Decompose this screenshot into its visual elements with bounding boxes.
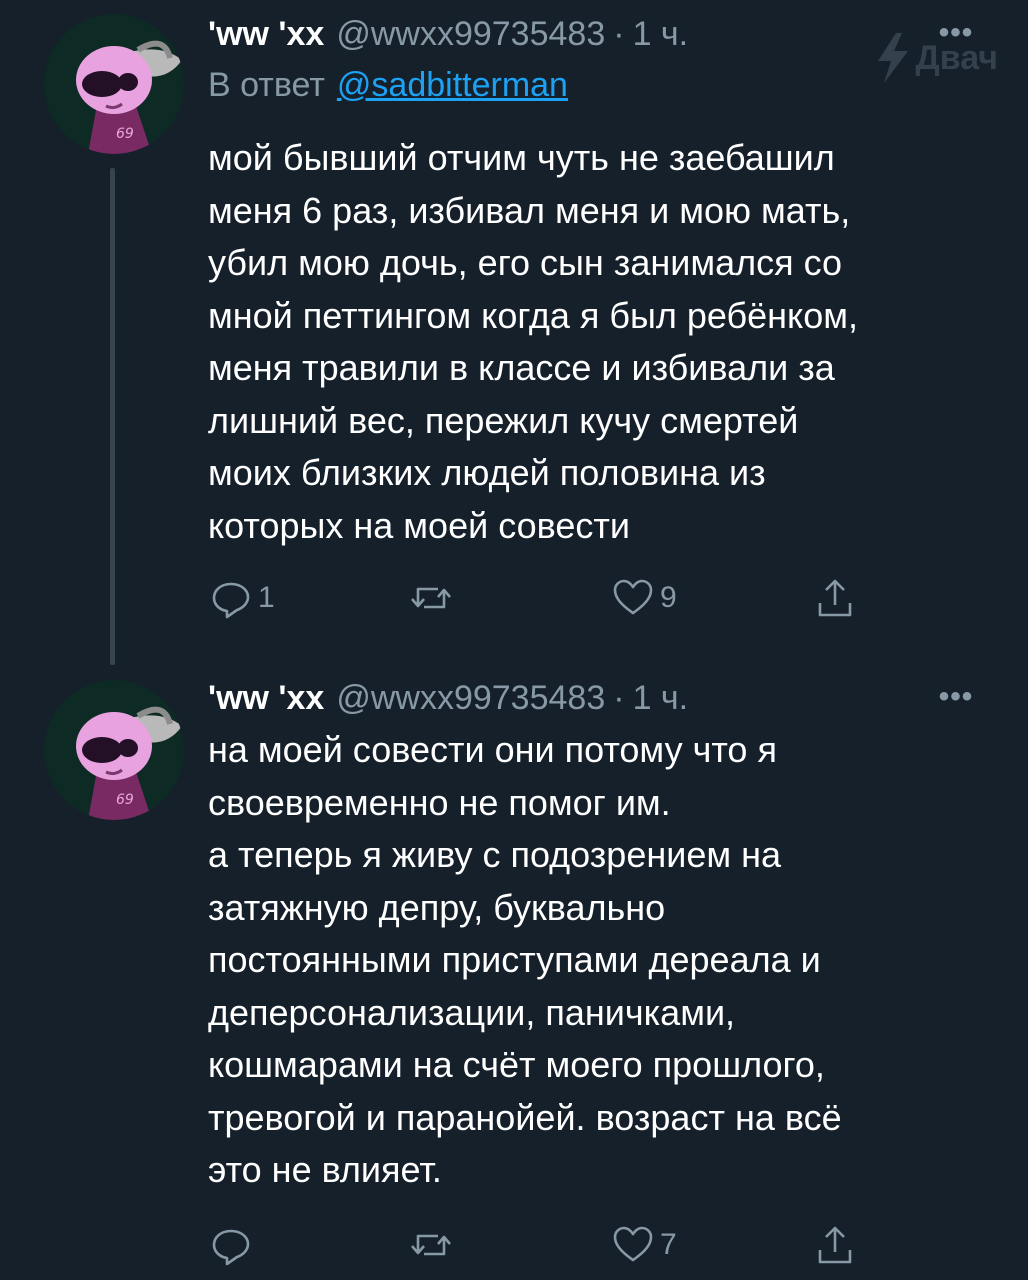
tweet-actions: 7 [200, 1220, 880, 1270]
avatar-image: 69 [44, 680, 184, 820]
reply-icon [212, 1229, 250, 1266]
avatar-image: 69 [44, 14, 184, 154]
tweet-text: мой бывший отчим чуть не заебашил меня 6… [208, 137, 858, 546]
like-count: 7 [660, 1228, 677, 1261]
watermark-text: Двач [915, 38, 998, 77]
retweet-button[interactable] [408, 1220, 458, 1270]
tweet-header: 'ww 'xx @wwxx99735483 · 1 ч. [208, 678, 968, 718]
heart-icon [613, 1226, 653, 1262]
share-icon [818, 579, 852, 617]
thread-line [110, 168, 115, 665]
avatar[interactable]: 69 [44, 680, 184, 820]
reply-icon [212, 582, 250, 619]
heart-icon [613, 579, 653, 615]
timestamp[interactable]: 1 ч. [633, 15, 689, 54]
display-name[interactable]: 'ww 'xx [208, 15, 324, 54]
svg-text:69: 69 [116, 792, 134, 808]
more-horizontal-icon: ••• [938, 680, 974, 713]
share-button[interactable] [812, 1220, 858, 1270]
watermark: Двач [876, 30, 998, 86]
reply-button[interactable] [208, 1220, 258, 1270]
user-handle[interactable]: @wwxx99735483 [336, 679, 605, 718]
share-icon [818, 1226, 852, 1264]
avatar[interactable]: 69 [44, 14, 184, 154]
retweet-button[interactable] [408, 573, 458, 623]
tweet-actions: 1 9 [200, 573, 880, 623]
svg-text:69: 69 [116, 126, 134, 142]
reply-count: 1 [258, 581, 275, 614]
tweet[interactable]: 69 'ww 'xx @wwxx99735483 · 1 ч. ••• Двач… [0, 0, 1028, 665]
tweet-header: 'ww 'xx @wwxx99735483 · 1 ч. [208, 14, 968, 54]
more-options-button[interactable]: ••• [932, 680, 980, 713]
retweet-icon [411, 587, 451, 609]
timestamp[interactable]: 1 ч. [633, 679, 689, 718]
tweet[interactable]: 69 'ww 'xx @wwxx99735483 · 1 ч. ••• на м… [0, 660, 1028, 1280]
reply-context: В ответ @sadbitterman [208, 66, 568, 105]
like-button[interactable]: 9 [610, 573, 677, 623]
retweet-icon [411, 1234, 451, 1256]
lightning-icon [877, 33, 908, 83]
share-button[interactable] [812, 573, 858, 623]
like-count: 9 [660, 581, 677, 614]
reply-to-prefix: В ответ [208, 66, 325, 104]
user-handle[interactable]: @wwxx99735483 [336, 15, 605, 54]
reply-button[interactable]: 1 [208, 573, 275, 623]
separator-dot: · [613, 14, 625, 53]
display-name[interactable]: 'ww 'xx [208, 679, 324, 718]
tweet-text: на моей совести они потому что я своевре… [208, 729, 842, 1190]
mention-link[interactable]: @sadbitterman [337, 66, 568, 104]
separator-dot: · [613, 678, 625, 717]
like-button[interactable]: 7 [610, 1220, 677, 1270]
